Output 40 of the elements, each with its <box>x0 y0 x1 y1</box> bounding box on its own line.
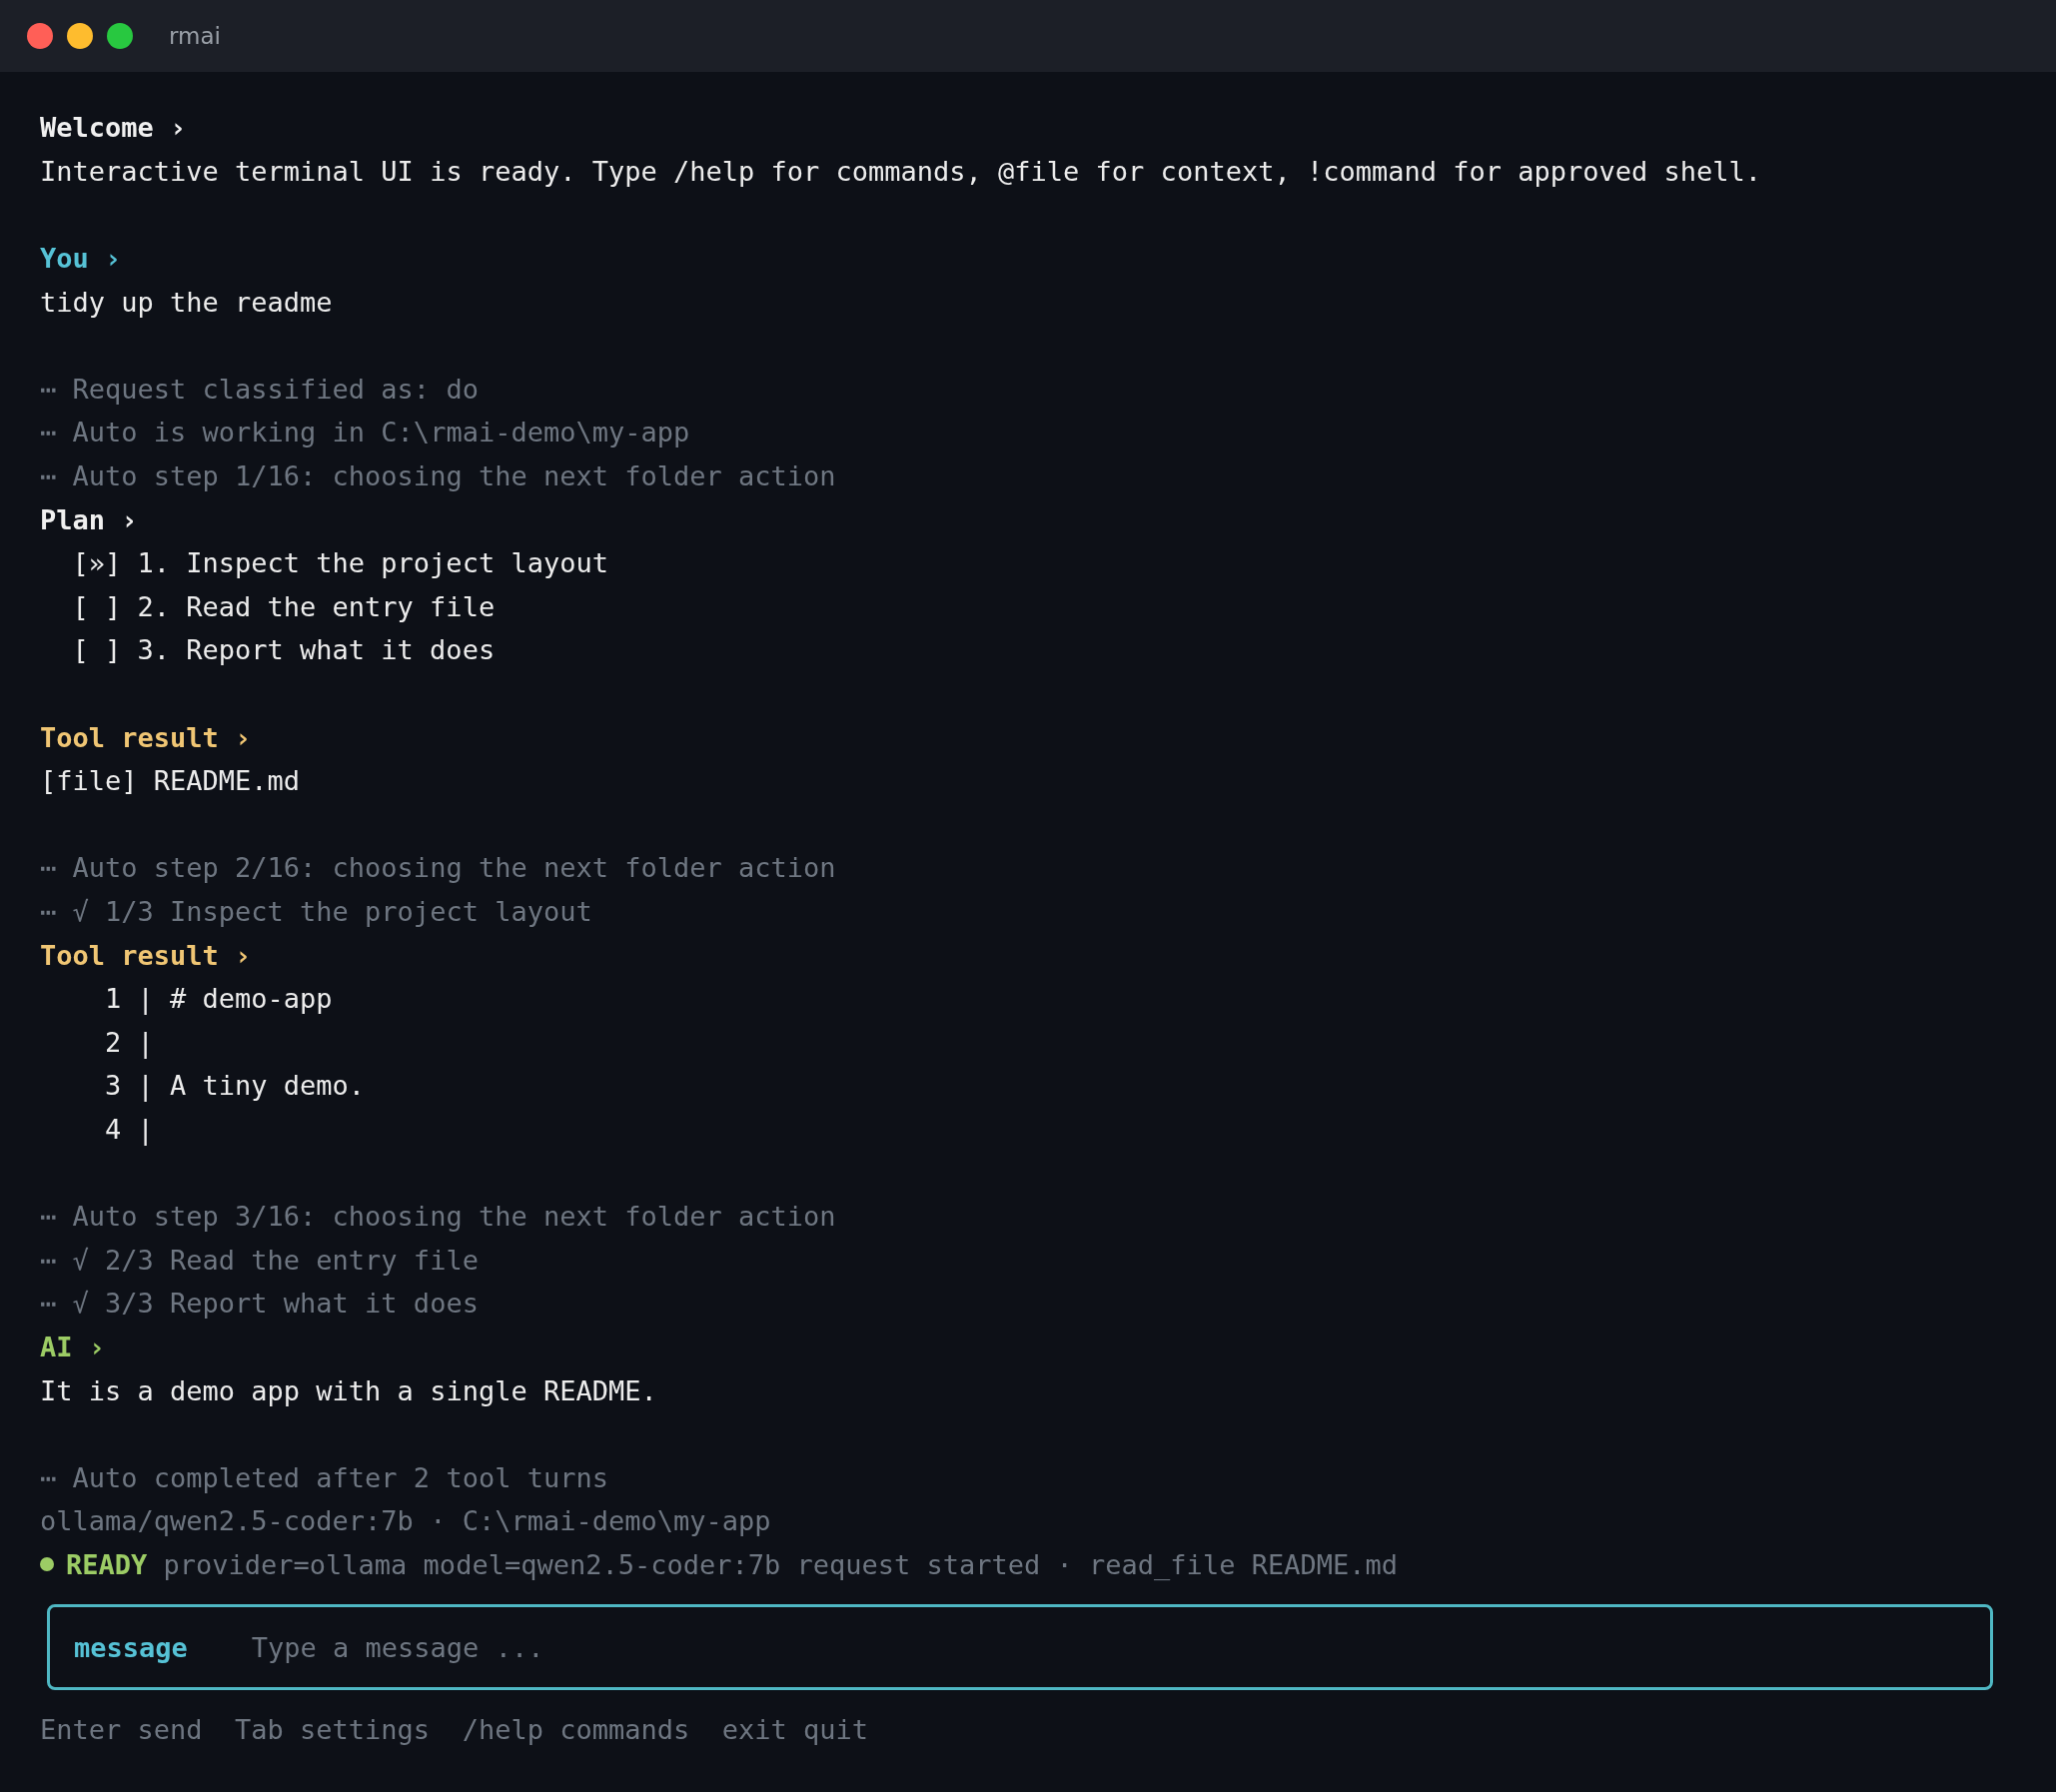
log-line: ⋯ Auto step 3/16: choosing the next folder action <box>40 1201 836 1233</box>
plan-item: [ ] 3. Report what it does <box>71 634 496 666</box>
log-line: ⋯ √ 3/3 Report what it does <box>40 1288 479 1320</box>
status-label: READY <box>66 1548 148 1580</box>
plan-item: [ ] 2. Read the entry file <box>71 590 496 622</box>
message-text: [file] README.md <box>40 765 301 797</box>
message-text: Interactive terminal UI is ready. Type /help for commands, @file for context, !command for approved shell. <box>40 155 1762 187</box>
plan-item: [»] 1. Inspect the project layout <box>71 547 608 579</box>
shortcut-hint: Enter send <box>40 1714 203 1746</box>
log-line: ⋯ Auto step 2/16: choosing the next folder action <box>40 852 836 884</box>
window-title: rmai <box>169 23 221 49</box>
code-line: 2 | <box>104 1026 154 1058</box>
shortcut-hint: Tab settings <box>235 1714 431 1746</box>
section-heading: Plan › <box>40 503 138 535</box>
section-heading: Tool result › <box>40 939 252 971</box>
message-text: tidy up the readme <box>40 286 333 318</box>
zoom-button[interactable] <box>107 23 133 49</box>
message-field[interactable]: Type a message ... <box>251 1607 1990 1688</box>
log-line: ⋯ √ 2/3 Read the entry file <box>40 1244 479 1276</box>
shortcut-hint: exit quit <box>721 1714 869 1746</box>
message-text: It is a demo app with a single README. <box>40 1374 657 1406</box>
message-input[interactable]: message Type a message ... <box>47 1604 1993 1691</box>
log-line: ⋯ Auto step 1/16: choosing the next folder action <box>40 460 836 492</box>
code-line: 4 | <box>104 1113 154 1145</box>
section-heading: AI › <box>40 1331 106 1362</box>
log-line: ⋯ √ 1/3 Inspect the project layout <box>40 896 592 927</box>
section-heading: Welcome › <box>40 112 187 144</box>
shortcut-hint: /help commands <box>462 1714 690 1746</box>
log-line: ollama/qwen2.5-coder:7b · C:\rmai-demo\my-app <box>40 1505 771 1537</box>
close-button[interactable] <box>27 23 53 49</box>
status-detail: provider=ollama model=qwen2.5-coder:7b request started · read_file README.md <box>163 1548 1398 1580</box>
log-line: ⋯ Auto is working in C:\rmai-demo\my-app <box>40 417 690 448</box>
code-line: 1 | # demo-app <box>104 983 333 1015</box>
log-line: ⋯ Auto completed after 2 tool turns <box>40 1461 608 1493</box>
input-label: message <box>74 1631 188 1663</box>
log-line: ⋯ Request classified as: do <box>40 373 479 405</box>
minimize-button[interactable] <box>67 23 93 49</box>
code-line: 3 | A tiny demo. <box>104 1070 366 1102</box>
section-heading: Tool result › <box>40 721 252 753</box>
section-heading: You › <box>40 243 122 275</box>
